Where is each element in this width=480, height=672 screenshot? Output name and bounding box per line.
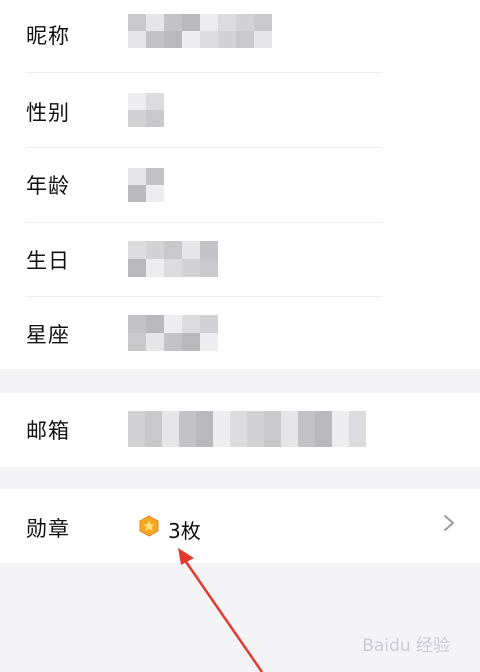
annotation-arrow <box>178 548 264 672</box>
watermark-text: Baidu 经验 <box>362 636 450 656</box>
